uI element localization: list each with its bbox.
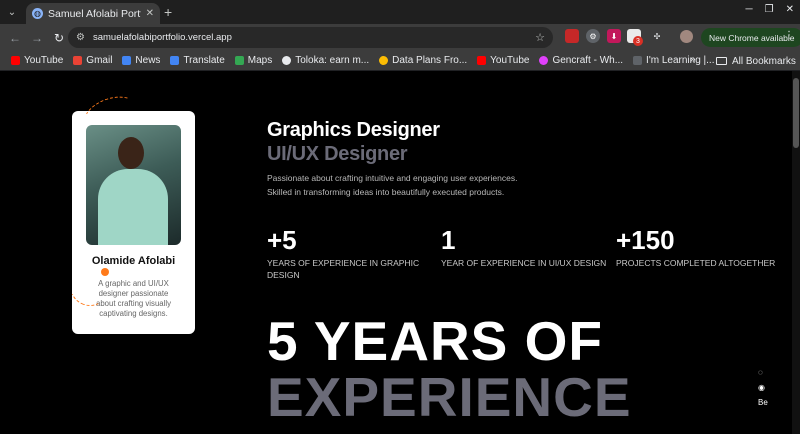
page-viewport: Olamide Afolabi A graphic and UI/UX desi… [0,71,800,434]
maps-icon [234,56,244,65]
tab-active[interactable]: ◍ Samuel Afolabi Portfolio ✕ [26,3,160,24]
extension-download-icon[interactable]: ⬇ [607,29,621,43]
extension-red-icon[interactable] [565,29,579,43]
bookmark-star-icon[interactable]: ☆ [535,31,545,44]
role-secondary: UI/UX Designer [267,143,408,165]
tab-strip: ⌄ ◍ Samuel Afolabi Portfolio ✕ + ─ ❐ ✕ [0,0,800,24]
tab-title: Samuel Afolabi Portfolio [48,7,141,20]
address-bar[interactable]: ⚙ samuelafolabiportfolio.vercel.app ☆ [68,27,553,48]
bookmark-data-plans[interactable]: Data Plans Fro... [374,55,472,66]
decorative-dot [101,268,109,276]
new-tab-button[interactable]: + [164,4,172,20]
restore-icon[interactable]: ❐ [765,4,774,15]
headline-line-2: EXPERIENCE [267,366,632,428]
globe-icon: ◍ [32,8,43,19]
all-bookmarks-label: All Bookmarks [732,55,796,67]
bookmark-youtube[interactable]: YouTube [6,55,68,66]
profile-avatar[interactable] [680,30,693,43]
site-info-icon[interactable]: ⚙ [76,32,85,43]
stat-label: PROJECTS COMPLETED ALTOGETHER [616,258,776,268]
extensions-puzzle-icon[interactable]: ✣ [650,29,664,43]
url-text[interactable]: samuelafolabiportfolio.vercel.app [93,32,527,43]
chat-icon[interactable]: ◌ [758,368,768,377]
stat-uiux-design: 1 YEAR OF EXPERIENCE IN UI/UX DESIGN [441,225,611,269]
back-icon[interactable]: ← [4,31,26,45]
reload-icon[interactable]: ↻ [48,31,70,45]
intro-text: Passionate about crafting intuitive and … [267,173,518,197]
bookmark-news[interactable]: News [117,55,165,66]
stat-projects: +150 PROJECTS COMPLETED ALTOGETHER [616,225,786,269]
stat-value: +5 [267,225,297,255]
extension-gear-icon[interactable]: ⚙ [586,29,600,43]
headline-line-1: 5 YEARS OF [267,310,604,372]
learning-icon [633,56,643,65]
more-bookmarks-button[interactable]: » [690,54,696,65]
close-tab-icon[interactable]: ✕ [146,8,154,19]
role-primary: Graphics Designer [267,119,440,141]
close-window-icon[interactable]: ✕ [786,4,794,15]
floating-social-icons: ◌ ◉ Be [758,368,768,407]
stat-label: YEARS OF EXPERIENCE IN GRAPHIC DESIGN [267,258,420,280]
browser-toolbar: ← → ↻ ⚙ samuelafolabiportfolio.vercel.ap… [0,24,800,51]
stat-graphic-design: +5 YEARS OF EXPERIENCE IN GRAPHIC DESIGN [267,225,427,281]
profile-photo [86,125,181,245]
dribbble-icon[interactable]: ◉ [758,383,768,392]
bookmark-gmail[interactable]: Gmail [68,55,117,66]
stat-label: YEAR OF EXPERIENCE IN UI/UX DESIGN [441,258,607,268]
window-controls: ─ ❐ ✕ [746,4,794,15]
bookmarks-bar: YouTube Gmail News Translate Maps Toloka… [0,51,800,71]
notification-badge: 3 [633,36,643,46]
gmail-icon [73,56,83,65]
youtube-icon [11,56,20,65]
translate-icon [170,56,180,65]
forward-icon[interactable]: → [26,31,48,45]
stat-value: +150 [616,225,675,255]
youtube-icon [477,56,487,65]
stat-value: 1 [441,225,456,255]
gencraft-icon [539,56,549,65]
bookmark-youtube-2[interactable]: YouTube [472,55,534,66]
bookmark-translate[interactable]: Translate [165,55,229,66]
toloka-icon [282,56,292,65]
folder-icon [716,57,727,65]
data-plans-icon [379,56,389,65]
minimize-icon[interactable]: ─ [746,4,753,15]
scrollbar-thumb[interactable] [793,78,799,148]
tab-search-icon[interactable]: ⌄ [0,0,24,24]
bookmark-learning[interactable]: I'm Learning |... [628,55,719,66]
news-icon [122,56,132,65]
all-bookmarks-button[interactable]: All Bookmarks [716,52,796,70]
bookmark-maps[interactable]: Maps [230,55,277,66]
behance-icon[interactable]: Be [758,398,768,407]
bookmark-gencraft[interactable]: Gencraft - Wh... [534,55,628,66]
bookmark-toloka[interactable]: Toloka: earn m... [277,55,374,66]
menu-kebab-icon[interactable]: ⋮ [784,30,794,41]
